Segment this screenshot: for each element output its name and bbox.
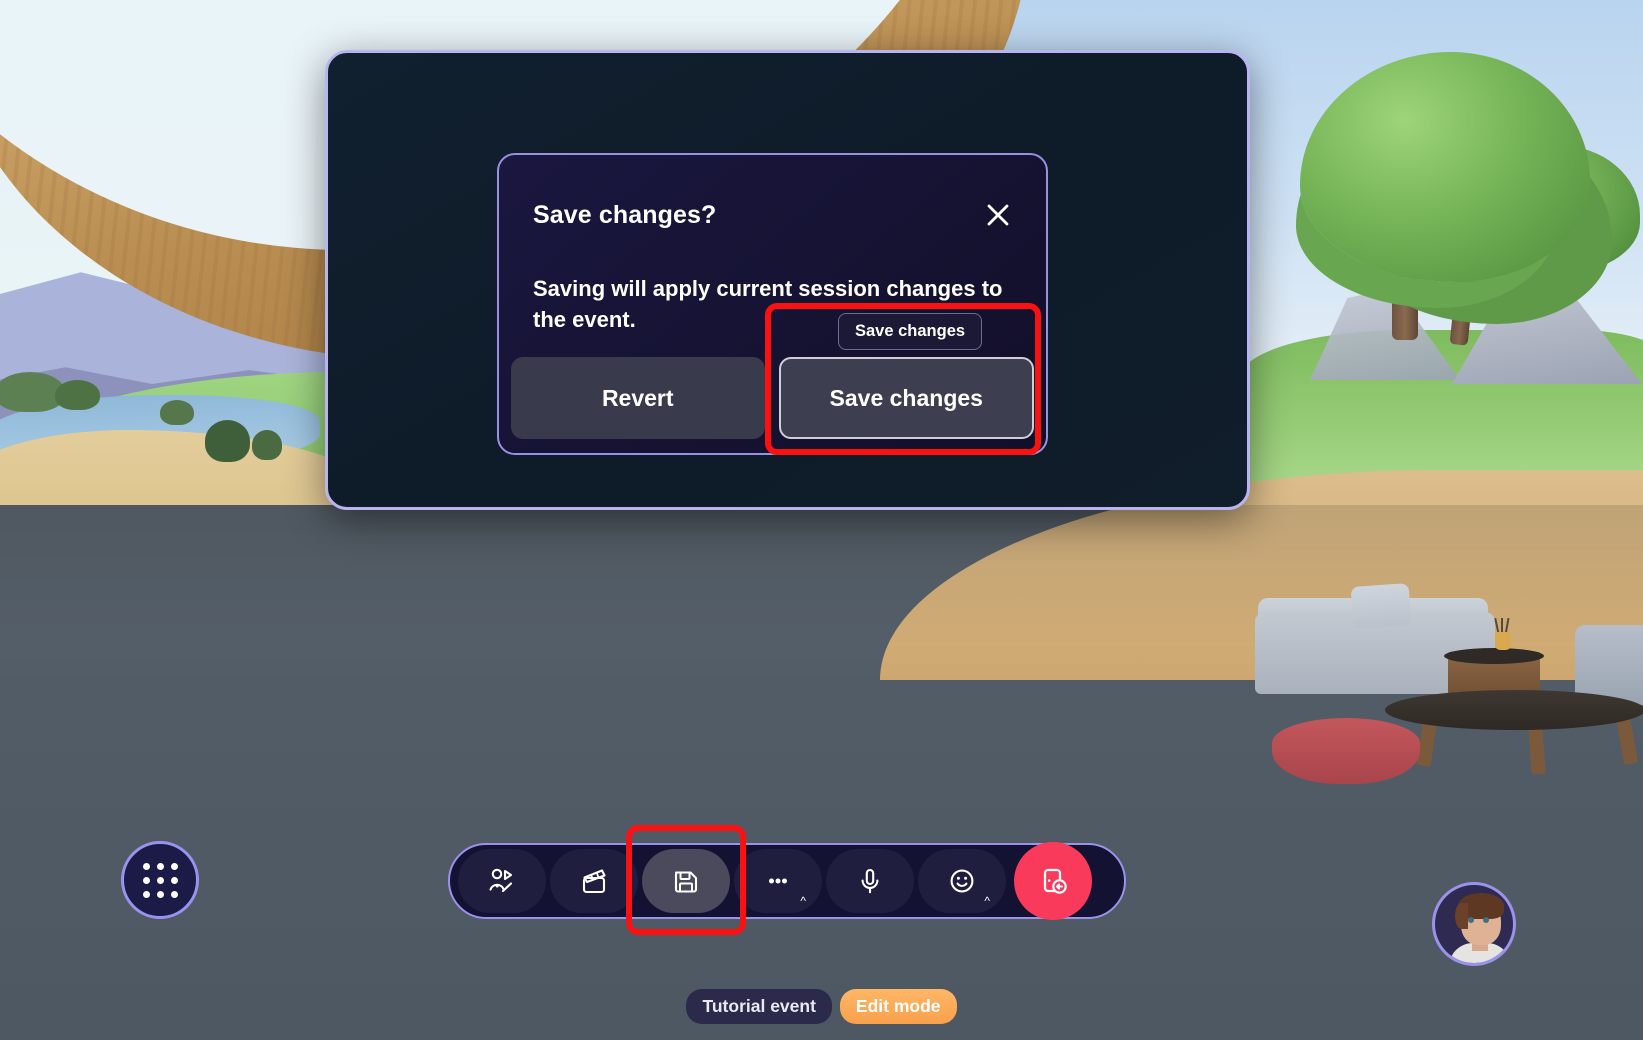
- more-options-button[interactable]: ^: [734, 849, 822, 913]
- avatar-edit-icon: [489, 868, 513, 893]
- side-table-top: [1444, 648, 1544, 664]
- avatar-eye: [1468, 917, 1474, 923]
- smiley-face-icon: [950, 869, 974, 893]
- ottoman: [1272, 718, 1420, 784]
- chevron-up-icon: ^: [800, 894, 806, 908]
- save-changes-dialog: Save changes? Saving will apply current …: [497, 153, 1048, 455]
- dialog-title: Save changes?: [533, 200, 717, 229]
- clapperboard-icon: [582, 869, 606, 894]
- avatar-hair-side: [1455, 903, 1468, 929]
- bush: [160, 400, 194, 425]
- dialog-header: Save changes?: [533, 195, 1012, 235]
- status-badges: Tutorial event Edit mode: [0, 989, 1643, 1024]
- close-icon[interactable]: [978, 195, 1018, 235]
- edit-mode-badge: Edit mode: [839, 989, 957, 1024]
- coffee-table: [1385, 690, 1643, 730]
- cup: [1495, 632, 1511, 650]
- app-launcher-button[interactable]: [121, 841, 199, 919]
- save-changes-button[interactable]: Save changes: [778, 357, 1034, 439]
- bush: [55, 380, 100, 410]
- ellipsis-icon: [769, 878, 787, 884]
- avatar-eye: [1483, 917, 1489, 923]
- chevron-up-icon: ^: [984, 894, 990, 908]
- revert-button[interactable]: Revert: [511, 357, 765, 439]
- user-avatar[interactable]: [1432, 882, 1516, 966]
- save-button[interactable]: [642, 849, 730, 913]
- customize-avatar-button[interactable]: [458, 849, 546, 913]
- bottom-toolbar: ^ ^: [448, 842, 1126, 920]
- microphone-icon: [861, 868, 879, 894]
- leave-event-button[interactable]: [1014, 842, 1092, 920]
- reactions-button[interactable]: ^: [918, 849, 1006, 913]
- microphone-button[interactable]: [826, 849, 914, 913]
- event-name-badge: Tutorial event: [686, 989, 832, 1024]
- save-changes-tooltip: Save changes: [838, 313, 983, 350]
- bush: [252, 430, 282, 460]
- bush: [205, 420, 250, 462]
- app-screen: Save changes? Saving will apply current …: [0, 0, 1643, 1040]
- cushion: [1350, 583, 1412, 629]
- floppy-save-icon: [674, 871, 698, 893]
- clapperboard-button[interactable]: [550, 849, 638, 913]
- nine-dot-grid-icon: [142, 862, 178, 898]
- leave-door-icon: [1043, 868, 1067, 894]
- dialog-actions: Revert Save changes: [511, 357, 1034, 439]
